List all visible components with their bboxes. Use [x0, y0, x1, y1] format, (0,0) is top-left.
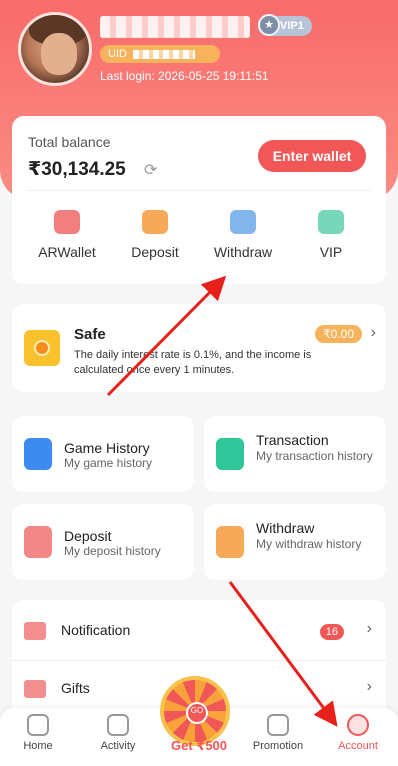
- list-item-label: Gifts: [61, 680, 90, 696]
- wheel-label[interactable]: Get ₹500: [154, 738, 244, 754]
- shortcut-deposit[interactable]: Deposit: [115, 210, 195, 260]
- uid-label: UID: [108, 48, 127, 60]
- game-history-icon: [24, 438, 52, 470]
- shortcut-label: Withdraw: [213, 244, 273, 260]
- tile-title: Deposit: [64, 528, 112, 544]
- shortcut-vip[interactable]: VIP: [291, 210, 371, 260]
- list-item-label: Notification: [61, 622, 131, 638]
- avatar[interactable]: [18, 12, 92, 86]
- tile-withdraw-history[interactable]: Withdraw My withdraw history: [204, 504, 386, 580]
- vip-star-icon: ★: [258, 14, 280, 36]
- tile-subtitle: My game history: [64, 456, 153, 470]
- tile-game-history[interactable]: Game History My game history: [12, 416, 194, 492]
- lucky-wheel-button[interactable]: GO: [160, 676, 230, 746]
- deposit-history-icon: [24, 526, 52, 558]
- nav-home[interactable]: Home: [8, 714, 68, 752]
- nav-label: Account: [338, 740, 378, 752]
- balance-card: Total balance ₹30,134.25 ⟳ Enter wallet …: [12, 116, 386, 284]
- transaction-icon: [216, 438, 244, 470]
- withdraw-icon: [230, 210, 256, 234]
- divider: [28, 190, 370, 191]
- safe-icon: [24, 330, 60, 366]
- total-balance-label: Total balance: [28, 134, 111, 150]
- last-login-text: Last login: 2026-05-25 19:11:51: [100, 69, 269, 83]
- tile-deposit-history[interactable]: Deposit My deposit history: [12, 504, 194, 580]
- activity-icon: [107, 714, 129, 736]
- vip-badge: ★ VIP1: [258, 14, 312, 36]
- deposit-icon: [142, 210, 168, 234]
- list-item-notification[interactable]: Notification 16 ›: [12, 602, 386, 661]
- chevron-right-icon: ›: [366, 620, 372, 637]
- chevron-right-icon: ›: [366, 678, 372, 695]
- username-blurred: [100, 16, 250, 38]
- gift-icon: [24, 680, 46, 698]
- shortcut-label: VIP: [319, 244, 343, 260]
- notification-count-badge: 16: [319, 624, 344, 640]
- nav-promotion[interactable]: Promotion: [248, 714, 308, 752]
- uid-badge[interactable]: UID: [100, 45, 220, 63]
- nav-activity[interactable]: Activity: [88, 714, 148, 752]
- arwallet-icon: [54, 210, 80, 234]
- shortcut-withdraw[interactable]: Withdraw: [203, 210, 283, 260]
- tile-subtitle: My transaction history: [256, 449, 373, 463]
- refresh-icon[interactable]: ⟳: [144, 160, 157, 180]
- vip-icon: [318, 210, 344, 234]
- shortcut-arwallet[interactable]: ARWallet: [27, 210, 107, 260]
- mail-icon: [24, 622, 46, 640]
- safe-description: The daily interest rate is 0.1%, and the…: [74, 349, 312, 376]
- safe-title: Safe: [74, 326, 106, 343]
- withdraw-history-icon: [216, 526, 244, 558]
- wheel-go-icon: GO: [186, 702, 208, 724]
- enter-wallet-button[interactable]: Enter wallet: [258, 140, 366, 172]
- account-icon: [347, 714, 369, 736]
- nav-label: Promotion: [252, 740, 304, 752]
- nav-label: Home: [23, 740, 53, 752]
- vip-badge-label: VIP1: [280, 20, 304, 32]
- total-balance-amount: ₹30,134.25: [28, 159, 126, 180]
- tile-subtitle: My withdraw history: [256, 537, 362, 551]
- tile-subtitle: My deposit history: [64, 544, 161, 558]
- nav-account[interactable]: Account: [328, 714, 388, 752]
- home-icon: [27, 714, 49, 736]
- tile-title: Withdraw: [256, 520, 315, 536]
- shortcut-label: Deposit: [131, 244, 179, 260]
- tile-title: Transaction: [256, 432, 329, 448]
- avatar-face: [41, 33, 77, 75]
- tile-transaction[interactable]: Transaction My transaction history: [204, 416, 386, 492]
- chevron-right-icon: ›: [370, 324, 376, 341]
- shortcut-label: ARWallet: [38, 244, 96, 260]
- promotion-icon: [267, 714, 289, 736]
- nav-label: Activity: [100, 740, 136, 752]
- safe-card[interactable]: Safe ₹0.00 › The daily interest rate is …: [12, 304, 386, 392]
- uid-value-blurred: [132, 49, 195, 59]
- safe-amount: ₹0.00: [315, 325, 362, 343]
- tile-title: Game History: [64, 440, 150, 456]
